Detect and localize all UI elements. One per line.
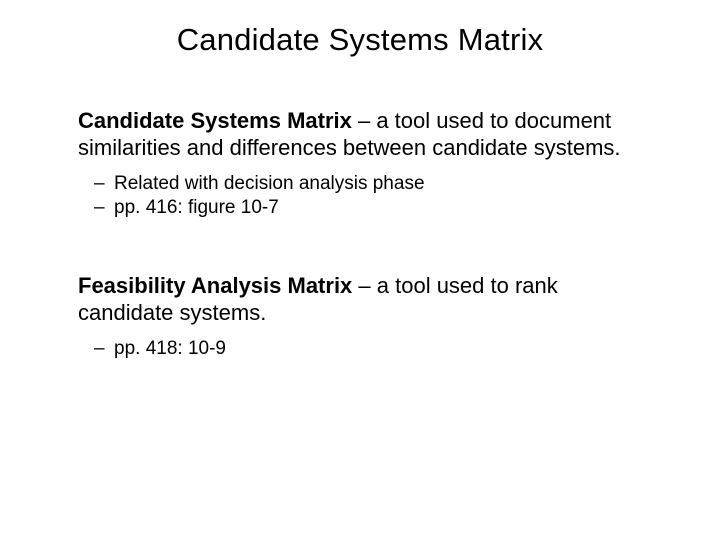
definition-block-1: Candidate Systems Matrix – a tool used t…	[78, 108, 658, 221]
definition-paragraph: Candidate Systems Matrix – a tool used t…	[78, 108, 658, 162]
list-item-text: Related with decision analysis phase	[114, 173, 425, 194]
list-item-text: pp. 418: 10-9	[114, 338, 226, 359]
slide-title: Candidate Systems Matrix	[0, 22, 720, 58]
term-candidate-systems-matrix: Candidate Systems Matrix	[78, 108, 352, 133]
list-item-text: pp. 416: figure 10-7	[114, 197, 279, 218]
list-item: pp. 416: figure 10-7	[78, 196, 658, 221]
sub-bullet-list: Related with decision analysis phase pp.…	[78, 172, 658, 221]
slide-body: Candidate Systems Matrix – a tool used t…	[78, 108, 658, 361]
list-item: Related with decision analysis phase	[78, 172, 658, 197]
sub-bullet-list: pp. 418: 10-9	[78, 337, 658, 362]
definition-paragraph: Feasibility Analysis Matrix – a tool use…	[78, 273, 658, 327]
slide: Candidate Systems Matrix Candidate Syste…	[0, 0, 720, 540]
definition-block-2: Feasibility Analysis Matrix – a tool use…	[78, 273, 658, 361]
list-item: pp. 418: 10-9	[78, 337, 658, 362]
term-feasibility-analysis-matrix: Feasibility Analysis Matrix	[78, 273, 352, 298]
